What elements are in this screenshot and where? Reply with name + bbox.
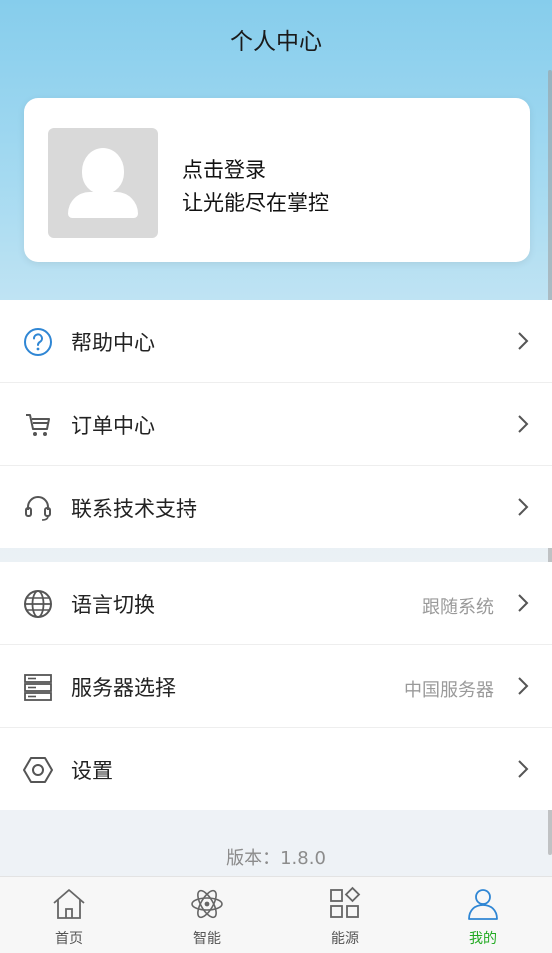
headset-icon (25, 496, 51, 521)
menu-item-label: 服务器选择 (71, 676, 176, 700)
chevron-right-icon (518, 760, 529, 778)
menu-item-label: 语言切换 (71, 593, 155, 617)
menu-item-language[interactable]: 语言切换 跟随系统 (0, 562, 552, 645)
chevron-right-icon (518, 498, 529, 516)
tab-label: 我的 (469, 931, 497, 947)
tab-label: 能源 (331, 931, 359, 947)
tab-home[interactable]: 首页 (0, 877, 138, 953)
chevron-right-icon (518, 332, 529, 350)
avatar-body (68, 192, 138, 218)
chevron-right-icon (518, 415, 529, 433)
tab-smart[interactable]: 智能 (138, 877, 276, 953)
login-slogan: 让光能尽在掌控 (182, 191, 329, 215)
login-link[interactable]: 点击登录 (182, 154, 266, 184)
menu-item-order-center[interactable]: 订单中心 (0, 383, 552, 466)
user-icon (468, 889, 498, 920)
tab-label: 首页 (55, 931, 83, 947)
tab-mine[interactable]: 我的 (414, 877, 552, 953)
server-value: 中国服务器 (404, 680, 494, 701)
user-placeholder-icon[interactable] (48, 128, 158, 238)
bottom-tab-bar: 首页 智能 能源 我的 (0, 876, 552, 953)
chevron-right-icon (518, 594, 529, 612)
page-title: 个人中心 (230, 29, 322, 55)
menu-item-help-center[interactable]: 帮助中心 (0, 300, 552, 383)
menu-item-tech-support[interactable]: 联系技术支持 (0, 466, 552, 549)
tab-energy[interactable]: 能源 (276, 877, 414, 953)
language-value: 跟随系统 (422, 597, 494, 618)
grid-diamond-icon (330, 886, 361, 918)
menu-group-support: 帮助中心 订单中心 联系技术支持 (0, 300, 552, 548)
avatar-head (82, 148, 124, 194)
menu-item-settings[interactable]: 设置 (0, 728, 552, 811)
menu-item-label: 联系技术支持 (71, 497, 197, 521)
cart-icon (26, 414, 50, 436)
menu-group-system: 语言切换 跟随系统 服务器选择 中国服务器 设置 (0, 562, 552, 810)
server-icon (24, 674, 52, 701)
tab-label: 智能 (193, 931, 221, 947)
menu-item-server[interactable]: 服务器选择 中国服务器 (0, 645, 552, 728)
chevron-right-icon (518, 677, 529, 695)
menu-item-label: 设置 (71, 759, 113, 783)
version-label: 版本：1.8.0 (226, 848, 326, 869)
menu-item-label: 帮助中心 (71, 331, 155, 355)
profile-card[interactable]: 点击登录 让光能尽在掌控 (24, 98, 530, 262)
home-icon (53, 889, 85, 919)
atom-icon (191, 889, 223, 919)
help-circle-icon (24, 328, 52, 356)
menu-item-label: 订单中心 (71, 414, 155, 438)
globe-icon (24, 590, 52, 618)
hexagon-settings-icon (23, 757, 53, 783)
